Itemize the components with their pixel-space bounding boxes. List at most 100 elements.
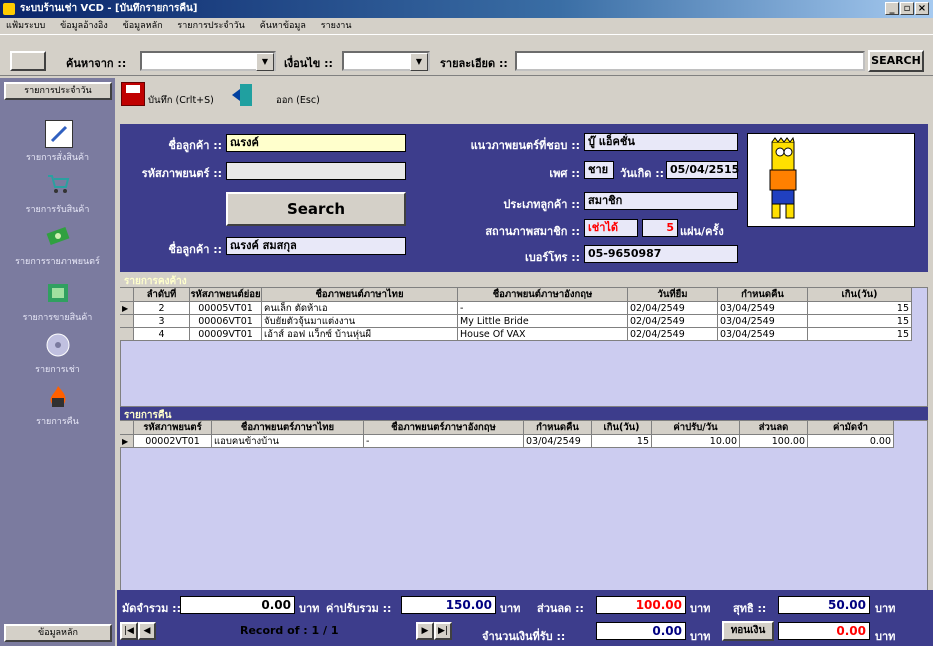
search-from-select[interactable]: ▼ xyxy=(140,51,276,71)
birth-field: 05/04/2515 xyxy=(666,161,739,179)
table-cell[interactable]: 0.00 xyxy=(808,435,894,448)
sidebar-header[interactable]: รายการประจำวัน xyxy=(4,82,112,100)
search-customer-button[interactable]: Search xyxy=(226,192,406,226)
table-cell[interactable]: 10.00 xyxy=(652,435,740,448)
baht-unit: บาท xyxy=(690,630,711,643)
menu-item-search[interactable]: ค้นหาข้อมูล xyxy=(260,21,306,31)
col-discount[interactable]: ส่วนลด xyxy=(740,421,808,435)
table-cell[interactable]: แอบคนข้างบ้าน xyxy=(212,435,364,448)
save-icon[interactable] xyxy=(121,82,145,106)
restore-button[interactable]: ▫ xyxy=(900,2,914,15)
sidebar-item-receive[interactable]: รายการรับสินค้า xyxy=(0,202,115,216)
money-icon[interactable] xyxy=(45,222,71,248)
col-borrow-date[interactable]: วันที่ยืม xyxy=(628,288,718,302)
col-due-date[interactable]: กำหนดคืน xyxy=(718,288,808,302)
col-thai-name[interactable]: ชื่อภาพยนต์ภาษาไทย xyxy=(262,288,458,302)
row-selector[interactable] xyxy=(120,328,134,341)
sidebar-item-rent[interactable]: รายการเช่า xyxy=(0,362,115,376)
table-cell[interactable]: 3 xyxy=(134,315,190,328)
cart-icon[interactable] xyxy=(45,170,71,196)
sidebar: รายการประจำวัน รายการสั่งสินค้า รายการรั… xyxy=(0,78,115,646)
search-from-label: ค้นหาจาก :: xyxy=(66,57,127,70)
table-cell[interactable]: 15 xyxy=(592,435,652,448)
col-movie-code[interactable]: รหัสภาพยนตร์ xyxy=(134,421,212,435)
col-due-date[interactable]: กำหนดคืน xyxy=(524,421,592,435)
col-overdue[interactable]: เกิน(วัน) xyxy=(592,421,652,435)
save-label[interactable]: บันทึก (Crlt+S) xyxy=(148,93,214,108)
table-cell[interactable]: 00005VT01 xyxy=(190,302,262,315)
col-eng-name[interactable]: ชื่อภาพยนต์ภาษาอังกฤษ xyxy=(458,288,628,302)
sidebar-item-movie[interactable]: รายการรายภาพยนตร์ xyxy=(0,254,115,268)
detail-label: รายละเอียด :: xyxy=(440,57,508,70)
table-cell[interactable]: 100.00 xyxy=(740,435,808,448)
table-cell[interactable]: 03/04/2549 xyxy=(718,328,808,341)
sidebar-footer[interactable]: ข้อมูลหลัก xyxy=(4,624,112,642)
search-button[interactable]: SEARCH xyxy=(868,50,924,72)
close-button[interactable]: × xyxy=(915,2,929,15)
menu-item-report[interactable]: รายงาน xyxy=(321,21,352,31)
movie-code-input[interactable] xyxy=(226,162,406,180)
chevron-down-icon[interactable]: ▼ xyxy=(256,53,274,71)
table-cell[interactable]: 00006VT01 xyxy=(190,315,262,328)
condition-select[interactable]: ▼ xyxy=(342,51,430,71)
col-fine-per-day[interactable]: ค่าปรับ/วัน xyxy=(652,421,740,435)
first-record-button[interactable]: |◀ xyxy=(120,622,138,640)
table-cell[interactable]: My Little Bride xyxy=(458,315,628,328)
change-button[interactable]: ทอนเงิน xyxy=(722,621,774,641)
customer-name-label: ชื่อลูกค้า :: xyxy=(168,139,222,152)
detail-input[interactable] xyxy=(515,51,865,71)
prev-record-button[interactable]: ◀ xyxy=(138,622,156,640)
menu-item-master[interactable]: ข้อมูลหลัก xyxy=(123,21,163,31)
chevron-down-icon[interactable]: ▼ xyxy=(410,53,428,71)
col-eng-name[interactable]: ชื่อภาพยนตร์ภาษาอังกฤษ xyxy=(364,421,524,435)
sidebar-item-order[interactable]: รายการสั่งสินค้า xyxy=(0,150,115,164)
col-sub-code[interactable]: รหัสภาพยนต์ย่อย xyxy=(190,288,262,302)
table-cell[interactable]: House Of VAX xyxy=(458,328,628,341)
table-cell[interactable]: 00002VT01 xyxy=(134,435,212,448)
table-cell[interactable]: 15 xyxy=(808,302,912,315)
sidebar-item-sell[interactable]: รายการขายสินค้า xyxy=(0,310,115,324)
table-cell[interactable]: 2 xyxy=(134,302,190,315)
table-cell[interactable]: 02/04/2549 xyxy=(628,302,718,315)
minimize-button[interactable]: _ xyxy=(885,2,899,15)
col-seq[interactable]: ลำดับที่ xyxy=(134,288,190,302)
table-cell[interactable]: 03/04/2549 xyxy=(718,302,808,315)
sell-icon[interactable] xyxy=(45,280,71,306)
table-cell[interactable]: 4 xyxy=(134,328,190,341)
row-selector[interactable] xyxy=(120,315,134,328)
table-cell[interactable]: 15 xyxy=(808,315,912,328)
table-cell[interactable]: 15 xyxy=(808,328,912,341)
col-deposit[interactable]: ค่ามัดจำ xyxy=(808,421,894,435)
table-cell[interactable]: 03/04/2549 xyxy=(718,315,808,328)
fire-icon[interactable] xyxy=(45,384,71,410)
table-cell[interactable]: - xyxy=(458,302,628,315)
customer-name-input[interactable]: ณรงค์ xyxy=(226,134,406,152)
table-cell[interactable]: 02/04/2549 xyxy=(628,315,718,328)
table-cell[interactable]: 02/04/2549 xyxy=(628,328,718,341)
genre-label: แนวภาพยนตร์ที่ชอบ :: xyxy=(470,139,580,152)
table-cell[interactable]: เอ้าส์ ออฟ แว็กซ์ บ้านหุ่นผี xyxy=(262,328,458,341)
row-selector-icon[interactable]: ▶ xyxy=(120,435,134,448)
col-overdue[interactable]: เกิน(วัน) xyxy=(808,288,912,302)
last-record-button[interactable]: ▶| xyxy=(434,622,452,640)
next-record-button[interactable]: ▶ xyxy=(416,622,434,640)
pencil-icon[interactable] xyxy=(45,120,73,148)
cd-icon[interactable] xyxy=(45,332,71,358)
discount-label: ส่วนลด :: xyxy=(537,602,584,615)
exit-label[interactable]: ออก (Esc) xyxy=(276,93,320,108)
menu-item-reference[interactable]: ข้อมูลอ้างอิง xyxy=(60,21,108,31)
table-cell[interactable]: 03/04/2549 xyxy=(524,435,592,448)
window-title: ระบบร้านเช่า VCD - [บันทึกรายการคืน] xyxy=(20,3,198,14)
nav-toggle-button[interactable] xyxy=(10,51,46,71)
received-input[interactable]: 0.00 xyxy=(596,622,686,640)
col-thai-name[interactable]: ชื่อภาพยนตร์ภาษาไทย xyxy=(212,421,364,435)
table-cell[interactable]: - xyxy=(364,435,524,448)
exit-icon[interactable] xyxy=(230,82,254,108)
table-cell[interactable]: 00009VT01 xyxy=(190,328,262,341)
menu-item-daily[interactable]: รายการประจำวัน xyxy=(177,21,244,31)
table-cell[interactable]: จับยัยตัวจุ้นมาแต่งงาน xyxy=(262,315,458,328)
sidebar-item-return[interactable]: รายการคืน xyxy=(0,414,115,428)
row-selector-icon[interactable]: ▶ xyxy=(120,302,134,315)
menu-item-file[interactable]: แฟ้มระบบ xyxy=(6,21,45,31)
table-cell[interactable]: คนเล็ก ตัดห้าเอ xyxy=(262,302,458,315)
